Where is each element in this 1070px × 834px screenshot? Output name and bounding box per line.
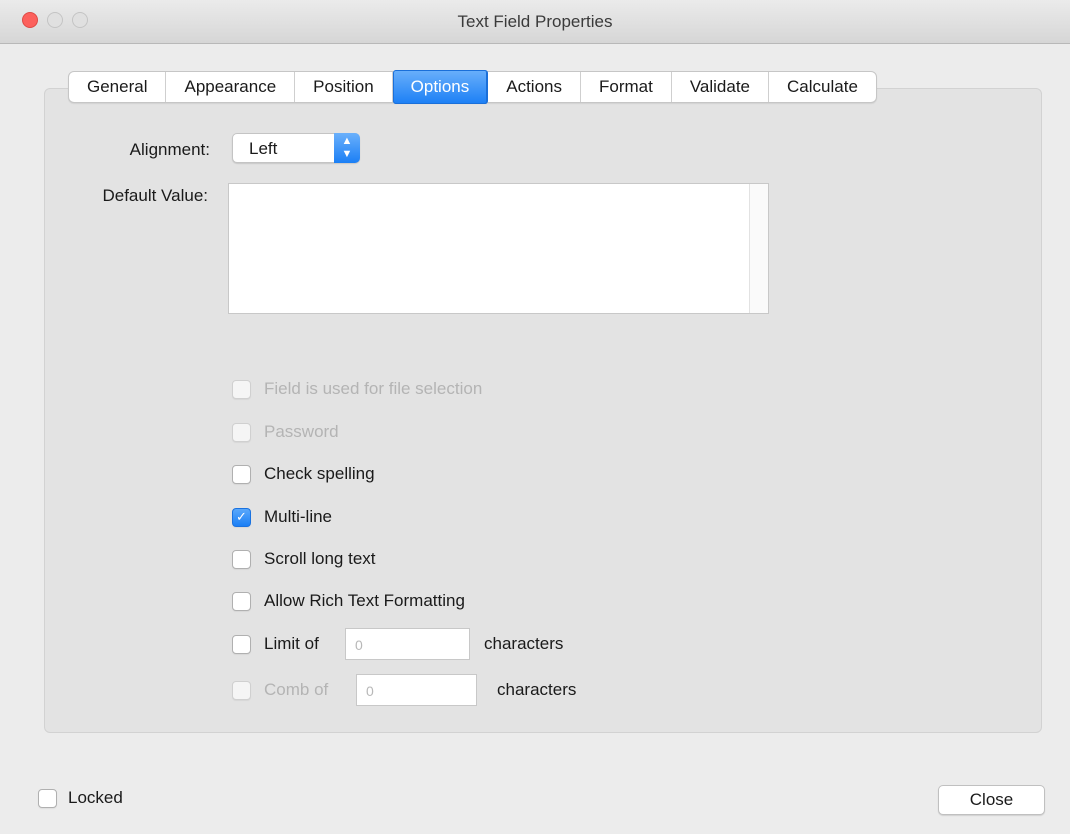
password-checkbox[interactable] xyxy=(232,422,251,442)
comb-of-suffix: characters xyxy=(497,680,577,699)
limit-of-option: Limit of 0 characters xyxy=(232,628,563,660)
tab-format[interactable]: Format xyxy=(581,72,672,102)
limit-of-checkbox[interactable] xyxy=(232,634,251,654)
comb-of-option: Comb of 0 characters xyxy=(232,674,576,706)
multi-line-option: ✓ Multi-line xyxy=(232,507,332,527)
tab-position[interactable]: Position xyxy=(295,72,393,102)
alignment-select[interactable]: Left ▲ ▼ xyxy=(232,133,360,163)
rich-text-option: Allow Rich Text Formatting xyxy=(232,591,465,611)
check-spelling-label: Check spelling xyxy=(264,464,375,483)
tab-general[interactable]: General xyxy=(69,72,167,102)
locked-checkbox[interactable] xyxy=(38,788,57,808)
multi-line-label: Multi-line xyxy=(264,507,333,526)
window-title: Text Field Properties xyxy=(457,12,613,31)
tab-options[interactable]: Options xyxy=(392,70,489,104)
scroll-long-text-label: Scroll long text xyxy=(264,549,376,568)
checkmark-icon: ✓ xyxy=(236,509,247,524)
limit-of-input[interactable]: 0 xyxy=(345,628,470,660)
scroll-long-text-option: Scroll long text xyxy=(232,549,376,569)
scroll-long-text-checkbox[interactable] xyxy=(232,549,251,569)
password-label: Password xyxy=(264,422,339,441)
file-selection-label: Field is used for file selection xyxy=(264,379,483,398)
limit-of-suffix: characters xyxy=(484,634,564,653)
default-value-textarea[interactable] xyxy=(228,183,769,314)
tab-validate[interactable]: Validate xyxy=(672,72,770,102)
locked-label: Locked xyxy=(68,788,123,807)
check-spelling-option: Check spelling xyxy=(232,464,375,484)
tab-bar: General Appearance Position Options Acti… xyxy=(68,70,877,104)
default-value-label: Default Value: xyxy=(102,186,208,205)
rich-text-label: Allow Rich Text Formatting xyxy=(264,591,465,610)
comb-of-checkbox[interactable] xyxy=(232,680,251,700)
limit-of-label: Limit of xyxy=(264,634,319,653)
rich-text-checkbox[interactable] xyxy=(232,591,251,611)
password-option: Password xyxy=(232,422,339,442)
file-selection-checkbox[interactable] xyxy=(232,379,251,399)
chevron-up-down-icon: ▲ ▼ xyxy=(334,133,360,163)
alignment-label: Alignment: xyxy=(129,140,210,159)
check-spelling-checkbox[interactable] xyxy=(232,464,251,484)
alignment-select-value: Left xyxy=(249,139,278,158)
tab-actions[interactable]: Actions xyxy=(488,72,581,102)
file-selection-option: Field is used for file selection xyxy=(232,379,482,399)
close-button[interactable]: Close xyxy=(938,785,1045,815)
comb-of-label: Comb of xyxy=(264,680,329,699)
tab-appearance[interactable]: Appearance xyxy=(166,72,296,102)
tab-calculate[interactable]: Calculate xyxy=(769,72,876,102)
title-bar: Text Field Properties xyxy=(0,0,1070,44)
locked-option: Locked xyxy=(38,788,123,808)
comb-of-input[interactable]: 0 xyxy=(356,674,477,706)
default-value-scrollbar[interactable] xyxy=(749,184,768,313)
multi-line-checkbox[interactable]: ✓ xyxy=(232,507,251,527)
